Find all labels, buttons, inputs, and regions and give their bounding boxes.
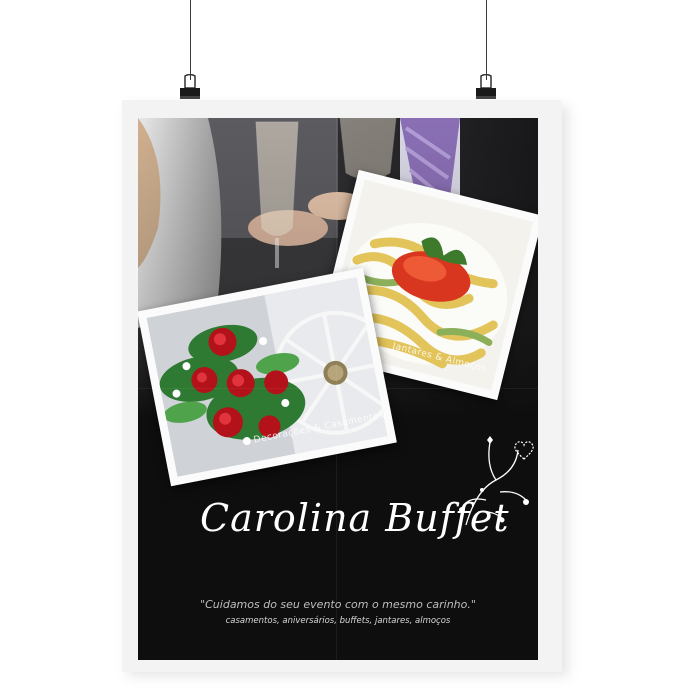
poster-tagline: "Cuidamos do seu evento com o mesmo cari…: [200, 598, 476, 611]
poster-services: casamentos, aniversários, buffets, janta…: [225, 616, 451, 626]
bouquet-image: [146, 277, 388, 477]
poster-title: Carolina Buffet: [200, 496, 510, 540]
poster-artwork: Jantares & Almoços Decorações & Casament…: [138, 118, 538, 660]
poster-fold-crease: [336, 118, 337, 660]
heart-ornament-icon: [514, 441, 534, 460]
hanging-string-left: [190, 0, 191, 80]
poster-fold-crease: [138, 388, 538, 389]
hanging-string-right: [486, 0, 487, 80]
